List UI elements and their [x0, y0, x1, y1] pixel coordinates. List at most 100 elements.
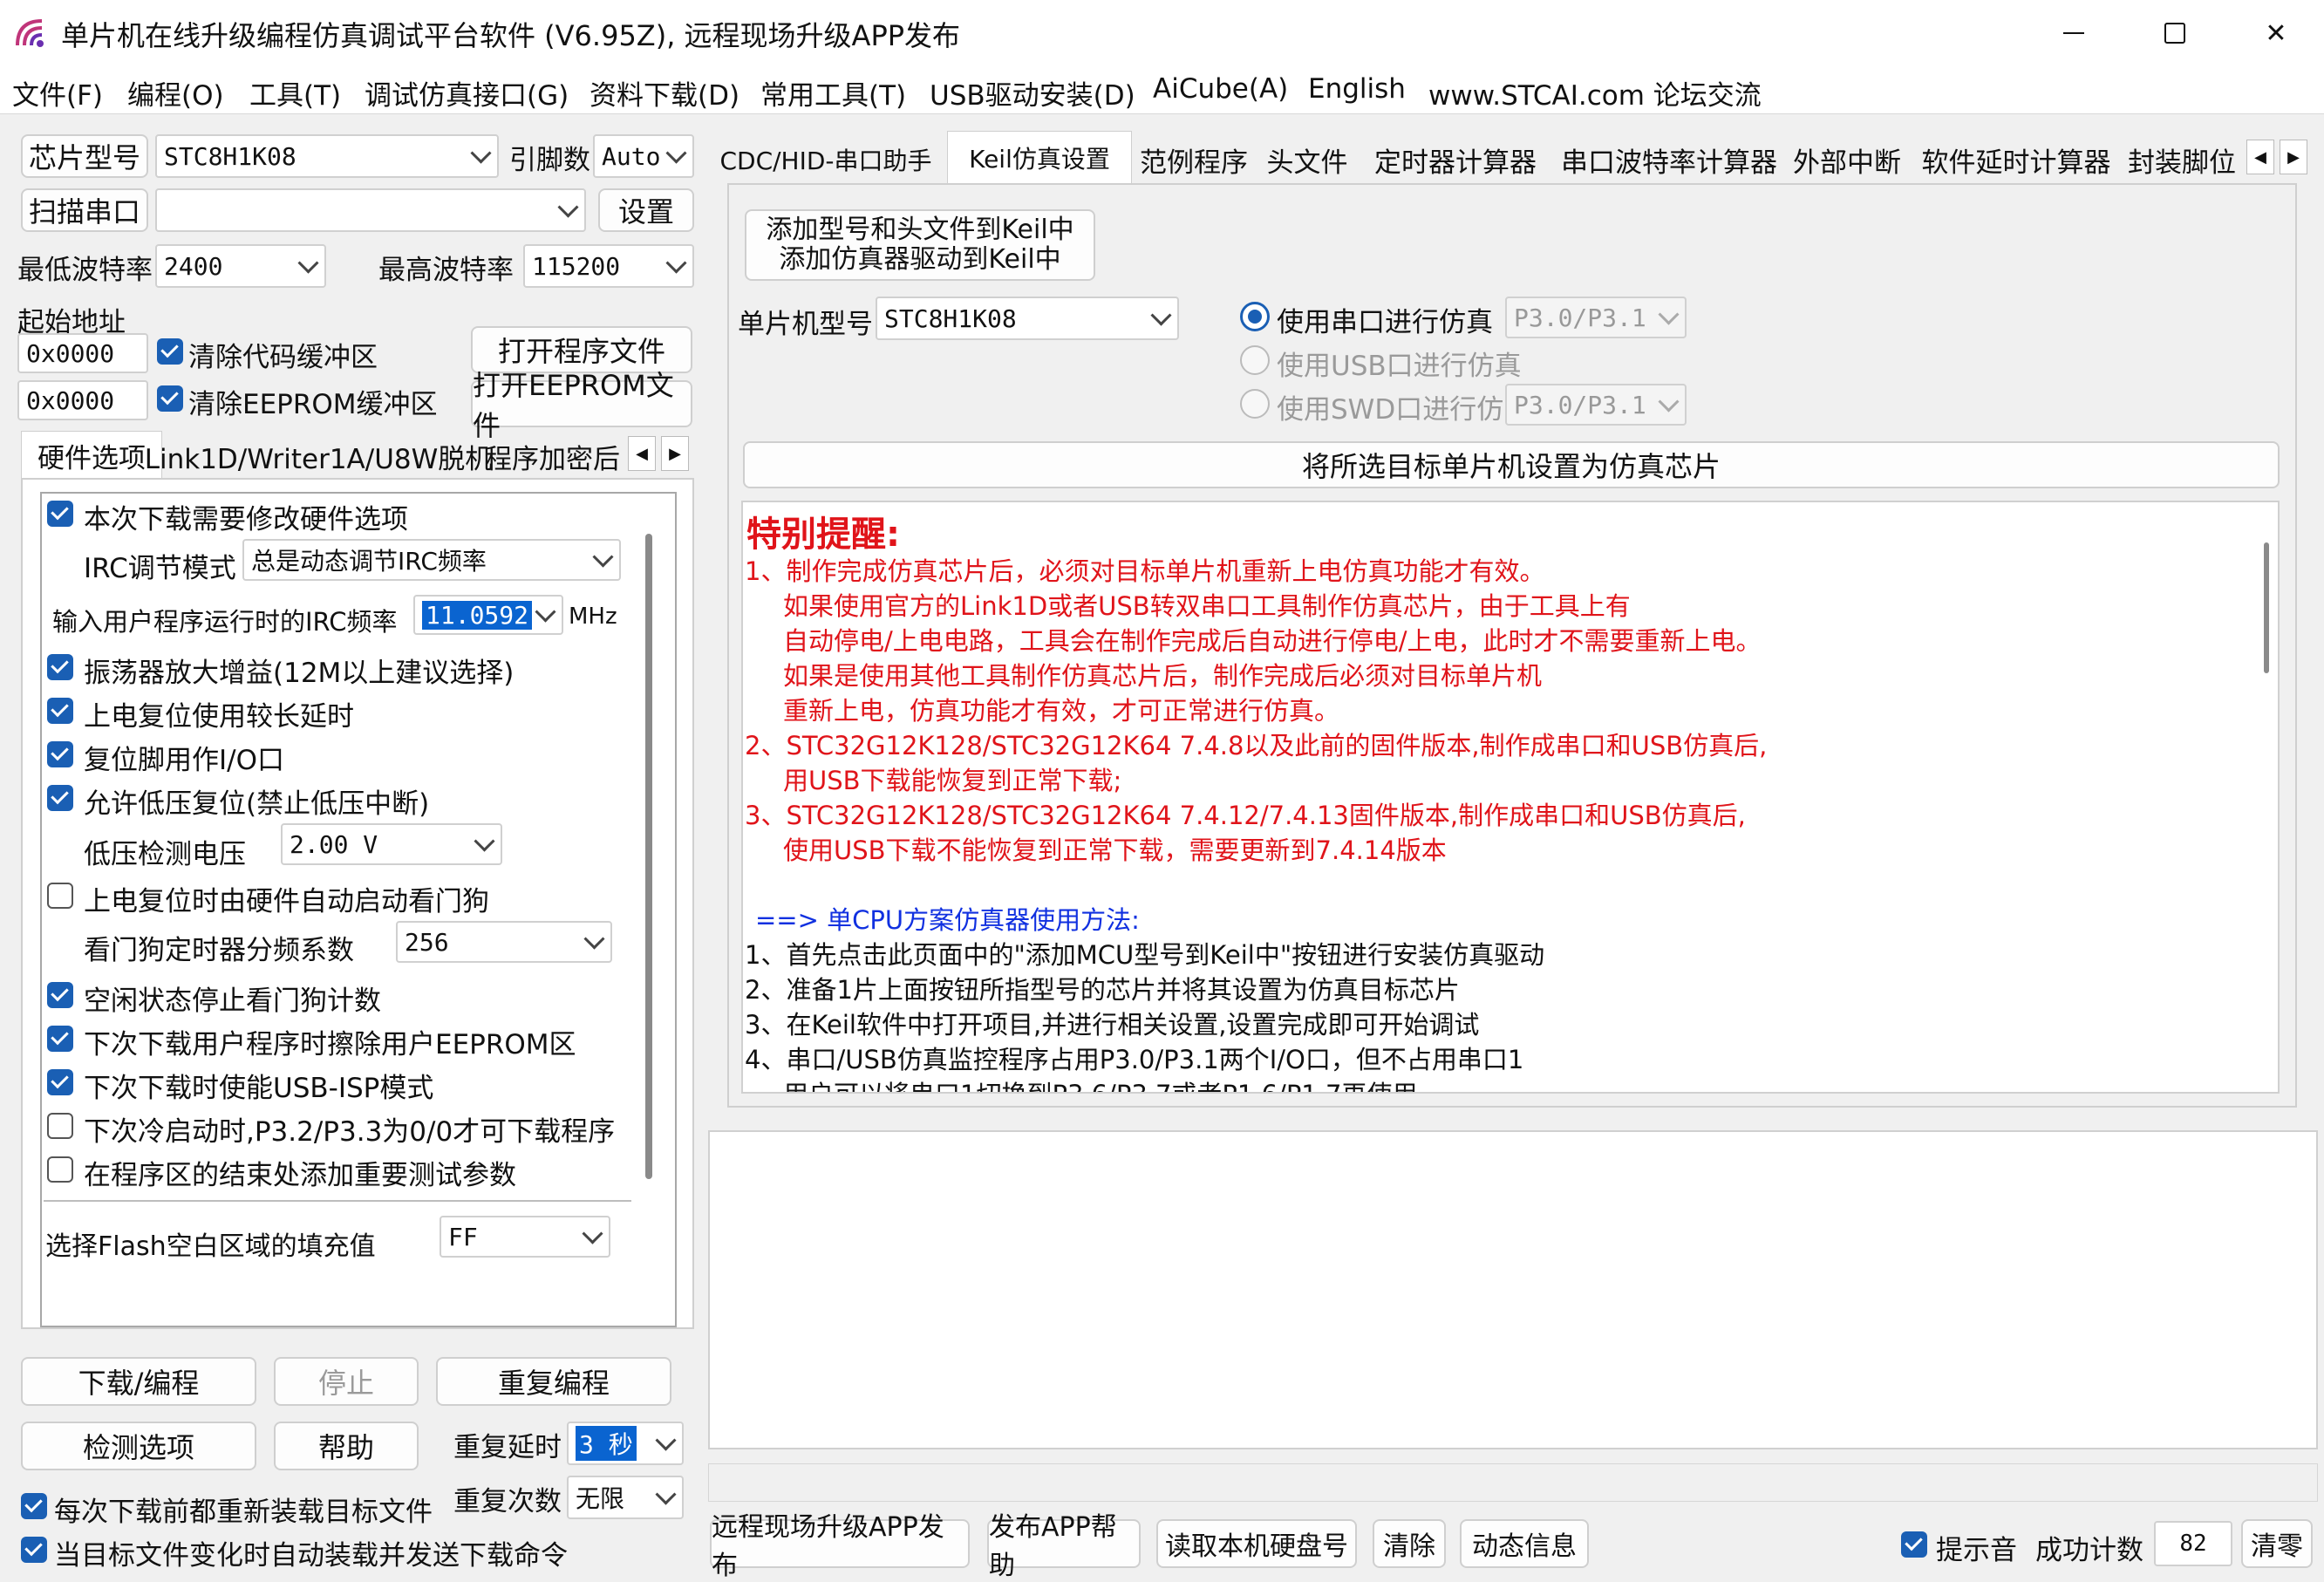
- sim-serial-radio[interactable]: [1240, 302, 1270, 331]
- download-program-button[interactable]: 下载/编程: [21, 1357, 256, 1406]
- notes-line: 4、串口/USB仿真监控程序占用P3.0/P3.1两个I/O口，但不占用串口1: [745, 1045, 1524, 1074]
- tab-scroll-right-icon[interactable]: ▶: [661, 436, 689, 471]
- minimize-icon[interactable]: [2023, 0, 2124, 66]
- help-button[interactable]: 帮助: [274, 1422, 419, 1470]
- dynamic-info-button[interactable]: 动态信息: [1460, 1519, 1589, 1568]
- tab-header-files[interactable]: 头文件: [1259, 138, 1355, 181]
- tab-scroll-right-icon[interactable]: ▶: [2280, 140, 2307, 174]
- repeat-delay-select[interactable]: 3 秒: [567, 1422, 684, 1465]
- open-eeprom-file-button[interactable]: 打开EEPROM文件: [471, 369, 692, 442]
- eeprom-start-address-input[interactable]: 0x0000: [17, 380, 148, 420]
- add-to-keil-button[interactable]: 添加型号和头文件到Keil中 添加仿真器驱动到Keil中: [745, 209, 1095, 281]
- clear-log-button[interactable]: 清除: [1373, 1519, 1446, 1568]
- clear-code-buffer-checkbox[interactable]: [157, 338, 183, 365]
- chevron-down-icon: [557, 196, 579, 218]
- reset-count-button[interactable]: 清零: [2241, 1519, 2313, 1568]
- irc-mode-select[interactable]: 总是动态调节IRC频率: [242, 539, 621, 581]
- menu-downloads[interactable]: 资料下载(D): [590, 73, 739, 113]
- menu-forum[interactable]: www.STCAI.com 论坛交流: [1428, 73, 1762, 113]
- output-log-area[interactable]: [708, 1130, 2318, 1449]
- sim-swd-radio[interactable]: [1240, 389, 1270, 419]
- success-count-number: 82: [2179, 1531, 2207, 1557]
- pin-count-select[interactable]: Auto: [593, 134, 694, 178]
- tab-ext-interrupt[interactable]: 外部中断: [1788, 138, 1906, 181]
- notes-line: 1、制作完成仿真芯片后，必须对目标单片机重新上电仿真功能才有效。: [745, 556, 1545, 586]
- tab-examples[interactable]: 范例程序: [1134, 138, 1254, 181]
- mcu-model-label: 单片机型号: [738, 309, 873, 340]
- cold-boot-checkbox[interactable]: [47, 1113, 73, 1139]
- repeat-count-select[interactable]: 无限: [567, 1476, 684, 1519]
- menu-file[interactable]: 文件(F): [12, 73, 103, 113]
- modify-hw-checkbox[interactable]: [47, 501, 73, 527]
- stop-button[interactable]: 停止: [274, 1357, 419, 1406]
- notes-line: 如果是使用其他工具制作仿真芯片后，制作完成后必须对目标单片机: [783, 661, 1543, 691]
- code-start-address-input[interactable]: 0x0000: [17, 333, 148, 373]
- reprogram-button[interactable]: 重复编程: [436, 1357, 671, 1406]
- notes-line: 1、首先点击此页面中的"添加MCU型号到Keil中"按钮进行安装仿真驱动: [745, 940, 1545, 970]
- menu-usb-driver[interactable]: USB驱动安装(D): [930, 73, 1135, 113]
- tab-package-pins[interactable]: 封装脚位: [2128, 138, 2238, 181]
- maximize-icon[interactable]: [2124, 0, 2225, 66]
- long-delay-checkbox[interactable]: [47, 698, 73, 724]
- remote-upgrade-publish-button[interactable]: 远程现场升级APP发布: [710, 1512, 970, 1581]
- set-target-sim-chip-button[interactable]: 将所选目标单片机设置为仿真芯片: [743, 441, 2280, 488]
- reset-io-checkbox[interactable]: [47, 741, 73, 767]
- tab-timer-calc[interactable]: 定时器计算器: [1360, 138, 1550, 181]
- publish-app-help-button[interactable]: 发布APP帮助: [987, 1512, 1141, 1581]
- cold-boot-label: 下次冷启动时,P3.2/P3.3为0/0才可下载程序: [84, 1116, 616, 1148]
- menu-common-tools[interactable]: 常用工具(T): [760, 73, 906, 113]
- scan-port-button[interactable]: 扫描串口: [21, 188, 148, 232]
- sim-serial-pins-select[interactable]: P3.0/P3.1: [1505, 297, 1687, 338]
- chevron-down-icon: [592, 546, 614, 568]
- erase-eeprom-checkbox[interactable]: [47, 1026, 73, 1052]
- osc-gain-checkbox[interactable]: [47, 654, 73, 680]
- tab-hardware-options[interactable]: 硬件选项: [21, 431, 162, 479]
- tab-baud-calc[interactable]: 串口波特率计算器: [1554, 138, 1784, 181]
- tab-program-encryption[interactable]: 程序加密后: [485, 436, 624, 476]
- chip-type-select[interactable]: STC8H1K08: [155, 134, 499, 178]
- reload-target-checkbox[interactable]: [21, 1493, 47, 1519]
- sim-serial-pins-value: P3.0/P3.1: [1514, 303, 1646, 332]
- serial-port-select[interactable]: [155, 188, 586, 232]
- beep-checkbox[interactable]: [1901, 1531, 1927, 1558]
- chip-type-button[interactable]: 芯片型号: [21, 134, 148, 178]
- usb-isp-checkbox[interactable]: [47, 1069, 73, 1095]
- sim-swd-pins-select[interactable]: P3.0/P3.1: [1505, 384, 1687, 426]
- mcu-model-select[interactable]: STC8H1K08: [876, 297, 1179, 340]
- menu-program[interactable]: 编程(O): [127, 73, 224, 113]
- max-baud-select[interactable]: 115200: [523, 244, 694, 288]
- notes-line: 自动停电/上电电路，工具会在制作完成后自动进行停电/上电，此时才不需要重新上电。: [783, 626, 1762, 656]
- tab-offline-programmer[interactable]: Link1D/Writer1A/U8W脱机: [145, 436, 493, 476]
- hardware-options-scrollbar[interactable]: [645, 534, 652, 1179]
- low-volt-reset-checkbox[interactable]: [47, 785, 73, 811]
- flash-fill-select[interactable]: FF: [440, 1216, 610, 1258]
- check-options-button[interactable]: 检测选项: [21, 1422, 256, 1470]
- notes-scrollbar[interactable]: [2264, 542, 2269, 673]
- wdt-div-select[interactable]: 256: [396, 921, 612, 963]
- wdt-auto-checkbox[interactable]: [47, 883, 73, 909]
- tab-serial-assistant[interactable]: CDC/HID-串口助手: [713, 138, 938, 181]
- menu-tools[interactable]: 工具(T): [249, 73, 341, 113]
- settings-button[interactable]: 设置: [598, 188, 694, 232]
- tab-delay-calc[interactable]: 软件延时计算器: [1912, 138, 2121, 181]
- sim-usb-radio[interactable]: [1240, 345, 1270, 375]
- irc-mode-label: IRC调节模式: [84, 553, 236, 584]
- clear-eeprom-buffer-checkbox[interactable]: [157, 385, 183, 412]
- auto-load-checkbox[interactable]: [21, 1537, 47, 1563]
- notes-line: ==> 单CPU方案仿真器使用方法:: [755, 905, 1140, 935]
- irc-freq-select[interactable]: 11.0592: [413, 595, 563, 635]
- close-icon[interactable]: ✕: [2225, 0, 2324, 66]
- tab-scroll-left-icon[interactable]: ◀: [2246, 140, 2274, 174]
- test-params-checkbox[interactable]: [47, 1156, 73, 1183]
- chevron-down-icon: [583, 928, 605, 950]
- tab-scroll-left-icon[interactable]: ◀: [628, 436, 656, 471]
- idle-wdt-checkbox[interactable]: [47, 982, 73, 1008]
- menu-aicube[interactable]: AiCube(A): [1153, 73, 1288, 105]
- low-volt-select[interactable]: 2.00 V: [281, 823, 502, 865]
- read-disk-id-button[interactable]: 读取本机硬盘号: [1156, 1519, 1357, 1568]
- code-start-address-value: 0x0000: [26, 338, 115, 368]
- tab-keil-sim[interactable]: Keil仿真设置: [947, 131, 1132, 184]
- menu-english[interactable]: English: [1308, 73, 1406, 105]
- menu-debug-interface[interactable]: 调试仿真接口(G): [365, 73, 569, 113]
- min-baud-select[interactable]: 2400: [155, 244, 326, 288]
